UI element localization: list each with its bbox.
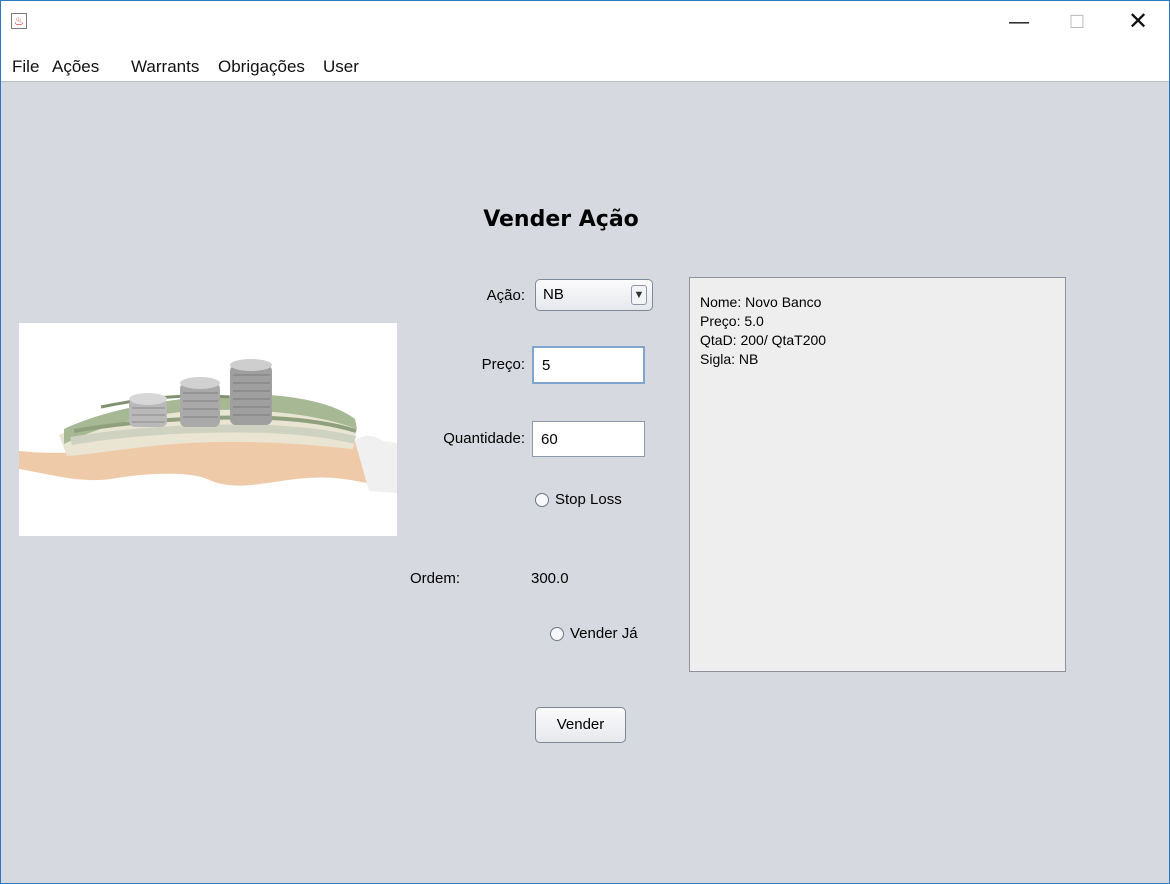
menu-acoes[interactable]: Ações [52,57,99,77]
info-nome: Nome: Novo Banco [700,294,822,310]
quantidade-label: Quantidade: [443,430,525,447]
title-bar[interactable]: ♨ — ☐ ✕ [1,1,1169,49]
stock-info-panel: Nome: Novo Banco Preço: 5.0 QtaD: 200/ Q… [689,277,1066,672]
menu-bar: File Ações Warrants Obrigações User [1,49,1169,82]
preco-label: Preço: [481,356,525,373]
info-sigla: Sigla: NB [700,351,759,367]
radio-circle-icon [535,493,549,507]
menu-obrigacoes[interactable]: Obrigações [218,57,305,77]
page-title: Vender Ação [483,207,639,232]
acao-select[interactable]: NB ▼ [535,279,653,311]
vender-ja-radio[interactable]: Vender Já [550,624,638,644]
radio-circle-icon [550,627,564,641]
close-button[interactable]: ✕ [1115,7,1161,37]
vender-ja-label: Vender Já [570,625,638,642]
ordem-value: 300.0 [531,570,569,587]
preco-input[interactable] [532,346,645,384]
menu-user[interactable]: User [323,57,359,77]
money-hand-illustration [19,323,397,536]
info-quantidade: QtaD: 200/ QtaT200 [700,332,827,348]
stop-loss-radio[interactable]: Stop Loss [535,490,622,510]
acao-selected-value: NB [543,286,564,303]
menu-file[interactable]: File [12,57,39,77]
java-cup-icon: ♨ [11,13,27,29]
info-preco: Preço: 5.0 [700,313,764,329]
menu-warrants[interactable]: Warrants [131,57,199,77]
chevron-down-icon[interactable]: ▼ [631,285,647,305]
minimize-button[interactable]: — [996,7,1042,37]
vender-button[interactable]: Vender [535,707,626,743]
money-hand-image [19,323,397,536]
acao-label: Ação: [486,287,525,304]
quantidade-input[interactable] [532,421,645,457]
ordem-label: Ordem: [410,570,461,587]
maximize-button[interactable]: ☐ [1054,7,1100,37]
stop-loss-label: Stop Loss [555,491,622,508]
app-window: ♨ — ☐ ✕ File Ações Warrants Obrigações U… [0,0,1170,884]
